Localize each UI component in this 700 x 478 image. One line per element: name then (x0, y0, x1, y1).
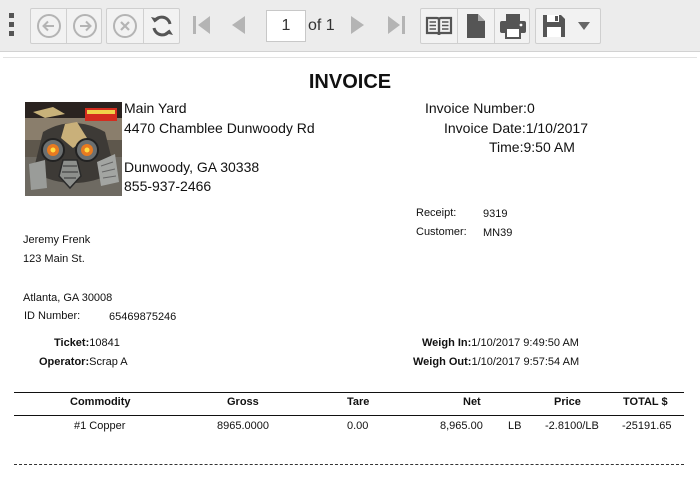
previous-page-button[interactable] (220, 8, 256, 42)
header-commodity: Commodity (70, 396, 131, 408)
table-dashed-divider (14, 464, 684, 465)
customer-name: Jeremy Frenk (23, 234, 91, 246)
page-setup-button[interactable] (458, 9, 494, 43)
invoice-number-value: 0 (526, 100, 535, 116)
ticket-info: Ticket:10841 (54, 337, 120, 349)
invoice-time-value: 9:50 AM (523, 139, 575, 155)
row-gross: 8965.0000 (217, 420, 269, 432)
weigh-in-value: 1/10/2017 9:49:50 AM (471, 337, 579, 349)
operator-info: Operator:Scrap A (39, 356, 128, 368)
company-address: 4470 Chamblee Dunwoody Rd (124, 120, 315, 136)
row-net: 8,965.00 (440, 420, 483, 432)
document-icon (467, 14, 485, 38)
operator-label: Operator: (39, 356, 90, 368)
table-top-rule (14, 392, 684, 393)
company-logo (25, 102, 122, 196)
print-button[interactable] (495, 9, 531, 43)
last-page-icon (388, 16, 405, 34)
first-page-button[interactable] (184, 8, 220, 42)
last-page-button[interactable] (378, 8, 414, 42)
stop-button[interactable] (107, 9, 143, 43)
arrow-right-circle-icon (73, 14, 97, 38)
invoice-number: Invoice Number:0 (425, 100, 535, 116)
refresh-icon (151, 15, 173, 37)
invoice-time-label: Time: (489, 139, 524, 155)
weigh-in-label: Weigh In: (422, 337, 472, 349)
page-count-label: of 1 (308, 17, 335, 34)
forward-button[interactable] (67, 9, 103, 43)
load-button-group (106, 8, 180, 44)
export-button-group (535, 8, 601, 44)
back-button[interactable] (31, 9, 67, 43)
header-net: Net (463, 396, 481, 408)
header-tare: Tare (347, 396, 370, 408)
row-unit: LB (508, 420, 522, 432)
receipt-value: 9319 (483, 208, 508, 220)
header-total: TOTAL $ (623, 396, 668, 408)
customer-value: MN39 (483, 227, 513, 239)
id-number-label: ID Number: (24, 310, 81, 322)
next-page-button[interactable] (340, 8, 376, 42)
company-name: Main Yard (124, 100, 187, 116)
report-toolbar: 1 of 1 (0, 0, 700, 52)
open-book-icon (425, 16, 453, 36)
refresh-button[interactable] (144, 9, 180, 43)
export-dropdown-button[interactable] (566, 9, 602, 43)
row-commodity: #1 Copper (74, 420, 126, 432)
stop-circle-icon (113, 14, 137, 38)
invoice-date-label: Invoice Date: (444, 120, 526, 136)
output-button-group (420, 8, 530, 44)
invoice-number-label: Invoice Number: (425, 100, 527, 116)
previous-page-icon (232, 16, 245, 34)
weigh-in-info: Weigh In:1/10/2017 9:49:50 AM (422, 337, 579, 349)
row-total: -25191.65 (622, 420, 672, 432)
history-button-group (30, 8, 102, 44)
chevron-down-icon (578, 22, 590, 30)
company-phone: 855-937-2466 (124, 178, 212, 194)
invoice-time: Time:9:50 AM (489, 139, 575, 155)
weigh-out-value: 1/10/2017 9:57:54 AM (471, 356, 580, 368)
next-page-icon (351, 16, 364, 34)
weigh-out-info: Weigh Out:1/10/2017 9:57:54 AM (413, 356, 579, 368)
invoice-date-value: 1/10/2017 (525, 120, 589, 136)
table-header-rule (14, 415, 684, 416)
report-page: INVOICE Main Yard 4470 Chamblee Dunwoody… (3, 57, 697, 478)
company-city-state-zip: Dunwoody, GA 30338 (124, 159, 260, 175)
page-nav-back-group (184, 8, 260, 44)
weigh-out-label: Weigh Out: (413, 356, 472, 368)
current-page-input[interactable]: 1 (266, 10, 306, 42)
first-page-icon (193, 16, 210, 34)
row-tare: 0.00 (347, 420, 369, 432)
invoice-title: INVOICE (308, 71, 392, 93)
ticket-value: 10841 (89, 337, 120, 349)
toggle-parameters-button[interactable] (421, 9, 457, 43)
header-price: Price (554, 396, 581, 408)
customer-address: 123 Main St. (23, 253, 85, 265)
row-price: -2.8100/LB (545, 420, 599, 432)
receipt-label: Receipt: (416, 207, 457, 219)
printer-icon (500, 14, 526, 39)
save-floppy-icon (543, 15, 565, 37)
ticket-label: Ticket: (54, 337, 90, 349)
customer-label: Customer: (416, 226, 467, 238)
id-number-value: 65469875246 (109, 311, 177, 323)
header-gross: Gross (227, 396, 259, 408)
toolbar-grip-handle[interactable] (9, 13, 15, 41)
operator-value: Scrap A (89, 356, 128, 368)
customer-city-state-zip: Atlanta, GA 30008 (23, 292, 113, 304)
page-nav-forward-group (340, 8, 416, 44)
arrow-left-circle-icon (37, 14, 61, 38)
invoice-date: Invoice Date:1/10/2017 (444, 120, 588, 136)
